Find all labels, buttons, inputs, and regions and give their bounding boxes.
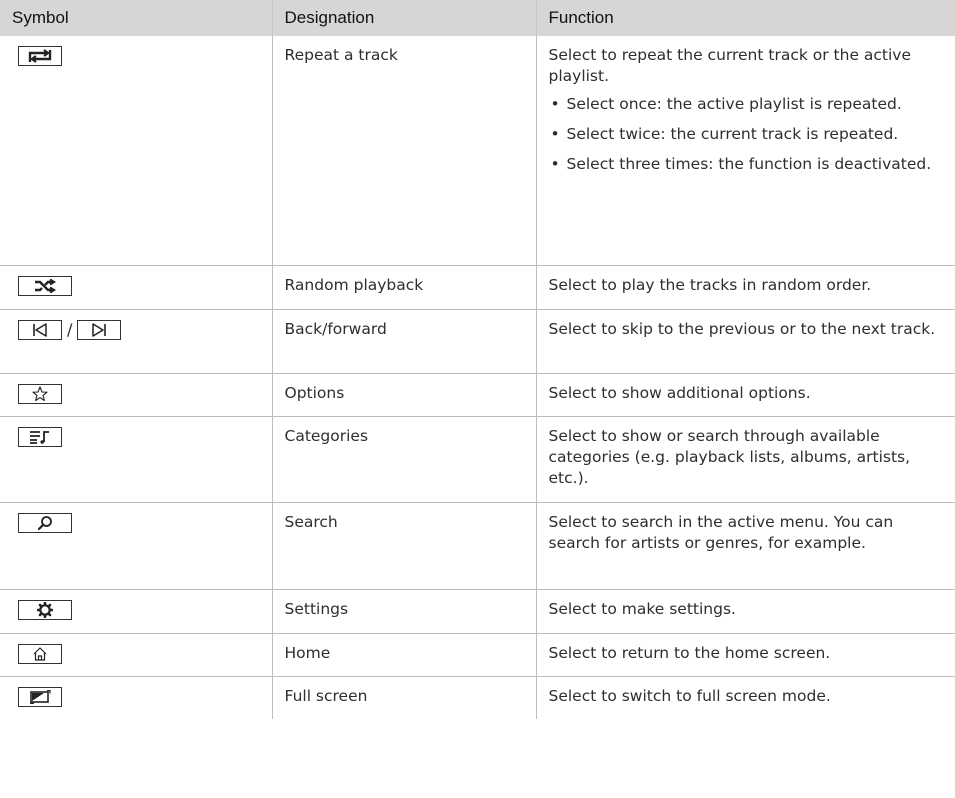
- fullscreen-icon: [18, 686, 62, 707]
- bullet-mark: •: [550, 125, 560, 143]
- table-row: Options Select to show additional option…: [0, 373, 955, 417]
- bullet-mark: •: [550, 95, 560, 113]
- list-item: • Select twice: the current track is repe…: [549, 124, 944, 145]
- symbol-cell: [0, 36, 272, 266]
- symbol-cell: /: [0, 309, 272, 374]
- star-outline-icon: [18, 383, 62, 404]
- table-row: Categories Select to show or search thro…: [0, 416, 955, 503]
- designation-cell: Options: [271, 373, 536, 417]
- symbol-cell: [0, 416, 272, 503]
- designation-cell: Categories: [271, 416, 536, 503]
- function-cell: Select to search in the active menu. You…: [535, 502, 955, 590]
- table-row: Repeat a track Select to repeat the curr…: [0, 36, 955, 266]
- designation-cell: Home: [271, 633, 536, 677]
- function-text: Select to repeat the current track or th…: [548, 46, 912, 85]
- designation-cell: Repeat a track: [271, 36, 536, 266]
- table-row: Settings Select to make settings.: [0, 589, 955, 634]
- shuffle-icon: [18, 275, 72, 296]
- home-icon: [18, 643, 62, 664]
- function-cell: Select to switch to full screen mode.: [535, 676, 955, 719]
- symbol-cell: [0, 373, 272, 417]
- bullet-text: Select twice: the current track is repea…: [566, 125, 899, 143]
- symbol-separator: /: [67, 319, 73, 339]
- header-symbol: Symbol: [0, 0, 272, 36]
- bullet-text: Select once: the active playlist is repe…: [566, 95, 902, 113]
- skip-back-icon: [18, 319, 62, 340]
- function-cell: Select to repeat the current track or th…: [535, 36, 955, 266]
- designation-cell: Back/forward: [271, 309, 536, 374]
- symbol-cell: [0, 589, 272, 634]
- table-row: Home Select to return to the home screen…: [0, 633, 955, 677]
- list-item: • Select once: the active playlist is rep…: [549, 94, 944, 115]
- table-row: Random playback Select to play the track…: [0, 265, 955, 310]
- function-bullet-list: • Select once: the active playlist is rep…: [549, 94, 944, 175]
- table-header-row: Symbol Designation Function: [0, 0, 955, 36]
- search-icon: [18, 512, 72, 533]
- header-function: Function: [535, 0, 955, 36]
- function-cell: Select to skip to the previous or to the…: [535, 309, 955, 374]
- designation-cell: Search: [271, 502, 536, 590]
- table-row: Full screen Select to switch to full scr…: [0, 676, 955, 719]
- list-item: • Select three times: the function is dea…: [549, 154, 944, 175]
- skip-forward-icon: [77, 319, 122, 340]
- bullet-mark: •: [550, 155, 560, 173]
- function-cell: Select to return to the home screen.: [535, 633, 955, 677]
- header-designation: Designation: [271, 0, 536, 36]
- designation-cell: Full screen: [271, 676, 536, 719]
- symbol-cell: [0, 633, 272, 677]
- designation-cell: Settings: [271, 589, 536, 634]
- symbol-cell: [0, 676, 272, 719]
- table-row: / Back/forward Select to skip to the pre…: [0, 309, 955, 374]
- designation-cell: Random playback: [271, 265, 536, 310]
- function-cell: Select to play the tracks in random orde…: [535, 265, 955, 310]
- playlist-music-icon: [18, 426, 62, 447]
- symbol-cell: [0, 502, 272, 590]
- function-cell: Select to show or search through availab…: [535, 416, 955, 503]
- gear-icon: [18, 599, 72, 620]
- repeat-icon: [18, 46, 62, 66]
- bullet-text: Select three times: the function is deac…: [566, 155, 932, 173]
- table-row: Search Select to search in the active me…: [0, 502, 955, 590]
- function-cell: Select to show additional options.: [535, 373, 955, 417]
- symbol-cell: [0, 265, 272, 310]
- symbol-table: Symbol Designation Function Repeat a tra…: [0, 0, 955, 719]
- function-cell: Select to make settings.: [535, 589, 955, 634]
